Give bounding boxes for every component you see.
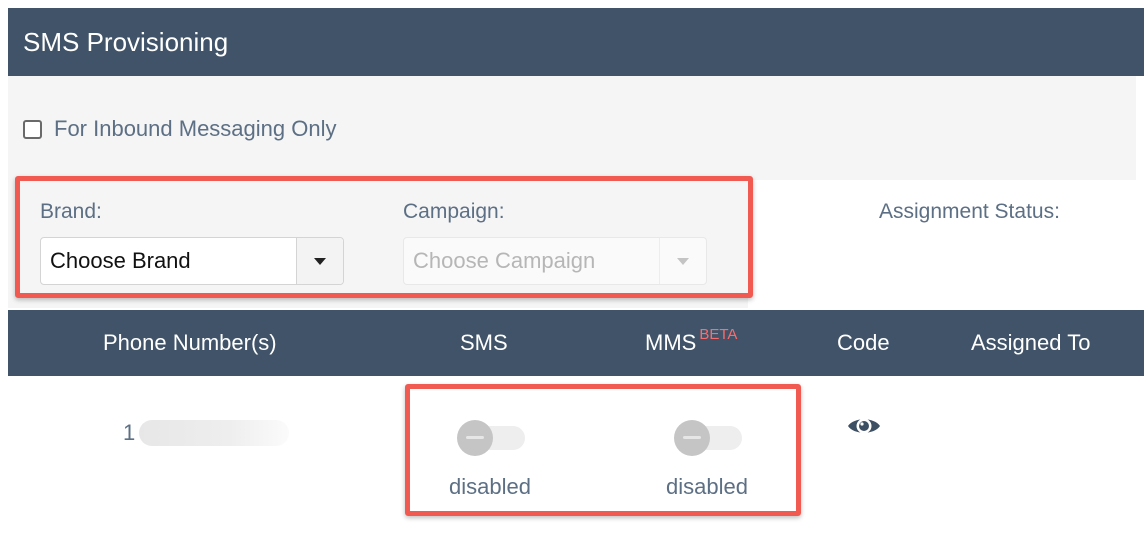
sms-status: disabled <box>449 474 531 499</box>
inbound-only-label: For Inbound Messaging Only <box>54 116 337 141</box>
column-mms: MMS BETA <box>645 326 737 356</box>
sms-cell: disabled <box>440 420 540 500</box>
phone-number-redacted <box>139 420 290 446</box>
column-assigned-to: Assigned To <box>971 330 1091 355</box>
column-mms-label: MMS <box>645 330 697 355</box>
brand-select[interactable]: Choose Brand <box>40 237 344 285</box>
toggle-knob <box>674 420 710 456</box>
column-phone-numbers: Phone Number(s) <box>103 330 277 355</box>
mms-cell: disabled <box>657 420 757 500</box>
inbound-only-checkbox[interactable] <box>23 119 42 139</box>
panel-header: SMS Provisioning <box>8 8 1144 76</box>
sms-toggle[interactable] <box>457 420 525 456</box>
sms-provisioning-panel: SMS Provisioning For Inbound Messaging O… <box>8 8 1144 544</box>
caret-down-icon <box>677 257 689 265</box>
table-header: Phone Number(s) SMS MMS BETA Code Assigne… <box>8 310 1144 376</box>
column-code: Code <box>837 330 890 355</box>
eye-icon[interactable] <box>846 414 882 443</box>
column-sms: SMS <box>460 330 508 355</box>
caret-down-icon <box>314 257 326 265</box>
campaign-select-placeholder: Choose Campaign <box>413 248 596 273</box>
campaign-dropdown-button[interactable] <box>659 238 706 284</box>
inbound-only-option[interactable]: For Inbound Messaging Only <box>23 116 337 142</box>
phone-number-visible: 1 <box>123 420 136 445</box>
campaign-label: Campaign: <box>403 200 505 223</box>
brand-dropdown-button[interactable] <box>296 238 343 284</box>
brand-label: Brand: <box>40 200 102 223</box>
beta-badge: BETA <box>699 326 738 343</box>
campaign-select[interactable]: Choose Campaign <box>403 237 707 285</box>
mms-toggle[interactable] <box>674 420 742 456</box>
panel-title: SMS Provisioning <box>23 27 229 57</box>
toggle-knob <box>457 420 493 456</box>
brand-select-value: Choose Brand <box>50 248 191 273</box>
assignment-status-label: Assignment Status: <box>879 200 1060 223</box>
phone-number-cell: 1 <box>123 420 290 446</box>
mms-status: disabled <box>666 474 748 499</box>
